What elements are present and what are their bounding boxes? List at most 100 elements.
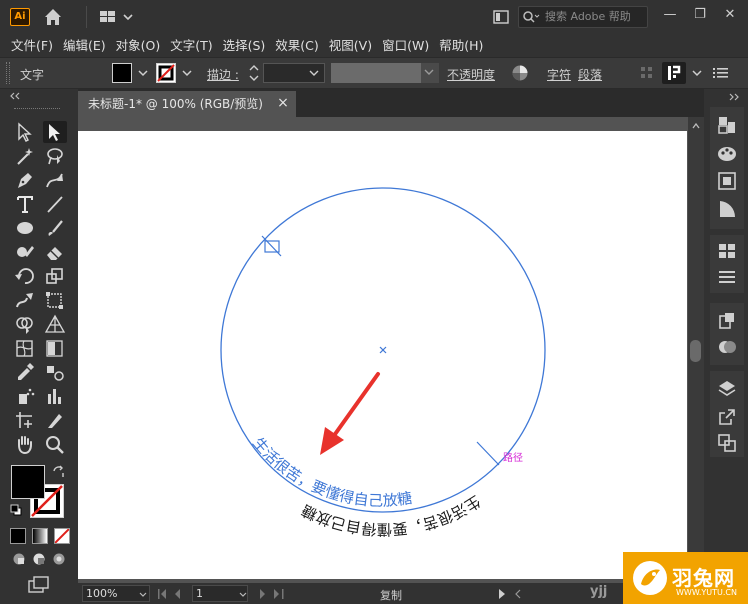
document-tab[interactable]: 未标题-1* @ 100% (RGB/预览)	[78, 91, 296, 117]
red-arrow	[320, 372, 380, 455]
search-icon	[522, 10, 540, 24]
zoom-chevron-icon[interactable]	[138, 589, 148, 599]
artboards-panel-icon[interactable]	[716, 432, 738, 454]
stroke-swatch[interactable]	[156, 63, 176, 83]
layers-panel-icon[interactable]	[716, 378, 738, 400]
shaper-tool-icon[interactable]	[13, 241, 37, 263]
fill-color-box-front[interactable]	[11, 465, 45, 499]
mesh-tool-icon[interactable]	[13, 337, 37, 359]
close-tab-icon[interactable]: ×	[276, 95, 290, 111]
slice-tool-icon[interactable]	[43, 409, 67, 431]
artboard-artwork: 生活很苦，要懂得自己放糖 生活很苦，要懂得自己放糖 路径	[220, 187, 546, 538]
ellipse-tool-icon[interactable]	[13, 217, 37, 239]
draw-behind-icon[interactable]	[32, 552, 46, 566]
first-prev-artboard-icons[interactable]	[156, 588, 186, 600]
gradient-tool-icon[interactable]	[43, 337, 67, 359]
path-end-marker	[476, 441, 500, 466]
center-point-marker	[379, 346, 387, 354]
gradient-mode-icon[interactable]	[32, 528, 48, 544]
minimize-button[interactable]: —	[656, 4, 684, 26]
free-transform-tool-icon[interactable]	[43, 289, 67, 311]
pen-tool-icon[interactable]	[13, 169, 37, 191]
color-panel-icon[interactable]	[716, 142, 738, 164]
panel-toggle-icon[interactable]	[492, 8, 510, 26]
eyedropper-tool-icon[interactable]	[13, 361, 37, 383]
menu-item[interactable]: 对象(O)	[111, 35, 166, 54]
stroke-label[interactable]: 描边 :	[207, 66, 239, 83]
none-mode-icon[interactable]	[54, 528, 70, 544]
maximize-button[interactable]: ❐	[686, 4, 714, 26]
close-window-button[interactable]: ✕	[716, 4, 744, 26]
control-bar-menu-icon[interactable]	[713, 66, 729, 80]
direct-selection-tool-icon[interactable]	[43, 121, 67, 143]
perspective-grid-tool-icon[interactable]	[43, 313, 67, 335]
paintbrush-tool-icon[interactable]	[43, 217, 67, 239]
align-to-icon[interactable]	[640, 66, 654, 80]
magic-wand-tool-icon[interactable]	[13, 145, 37, 167]
color-mode-icon[interactable]	[10, 528, 26, 544]
shape-builder-tool-icon[interactable]	[13, 313, 37, 335]
stroke-dropdown-chevron-icon[interactable]	[180, 64, 194, 82]
fill-dropdown-chevron-icon[interactable]	[136, 64, 150, 82]
lasso-tool-icon[interactable]	[43, 145, 67, 167]
hscroll-left-icon[interactable]	[513, 588, 523, 600]
swatches-panel-icon[interactable]	[716, 170, 738, 192]
status-text: 复制	[380, 589, 402, 602]
variable-width-profile-dropdown[interactable]	[331, 63, 439, 83]
menu-item[interactable]: 窗口(W)	[377, 35, 434, 54]
draw-inside-icon[interactable]	[52, 552, 66, 566]
type-tool-icon[interactable]	[13, 193, 37, 215]
watermark-partial-text: yjj	[590, 584, 608, 599]
curvature-tool-icon[interactable]	[43, 169, 67, 191]
path-start-marker	[261, 235, 282, 257]
pathfinder-panel-icon[interactable]	[716, 336, 738, 358]
collapse-panels-icon[interactable]	[727, 91, 741, 101]
transform-panel-icon[interactable]	[716, 310, 738, 332]
watermark-logo	[632, 560, 668, 596]
gradient-panel-icon[interactable]	[716, 198, 738, 220]
screen-mode-icon[interactable]	[28, 576, 50, 594]
menu-bar: 文件(F) 编辑(E) 对象(O) 文字(T) 选择(S) 效果(C) 视图(V) 窗口(W)…	[0, 33, 748, 55]
menu-item[interactable]: 选择(S)	[218, 35, 271, 54]
paragraph-panel-link[interactable]: 段落	[578, 66, 602, 83]
stroke-panel-icon[interactable]	[716, 266, 738, 288]
next-last-artboard-icons[interactable]	[256, 588, 288, 600]
menu-item[interactable]: 帮助(H)	[434, 35, 488, 54]
menu-item[interactable]: 文字(T)	[165, 35, 217, 54]
warp-tool-icon[interactable]	[13, 289, 37, 311]
text-transform-icon[interactable]	[662, 62, 686, 84]
stroke-weight-stepper[interactable]	[246, 62, 262, 84]
status-menu-icon[interactable]	[497, 588, 507, 600]
stroke-weight-input[interactable]	[263, 63, 325, 83]
swap-fill-stroke-icon[interactable]	[52, 465, 66, 479]
menu-item[interactable]: 视图(V)	[324, 35, 377, 54]
artboard-tool-icon[interactable]	[13, 409, 37, 431]
align-panel-icon[interactable]	[716, 240, 738, 262]
artboard-chevron-icon[interactable]	[238, 589, 248, 599]
divider	[86, 6, 87, 28]
symbol-sprayer-tool-icon[interactable]	[13, 385, 37, 407]
recolor-artwork-icon[interactable]	[511, 64, 529, 82]
fill-swatch[interactable]	[112, 63, 132, 83]
character-panel-link[interactable]: 字符	[547, 66, 571, 83]
workspace-switcher-button[interactable]	[98, 6, 138, 28]
selection-tool-icon[interactable]	[13, 121, 37, 143]
column-graph-tool-icon[interactable]	[43, 385, 67, 407]
default-fill-stroke-icon[interactable]	[10, 504, 22, 516]
artboard[interactable]: 生活很苦，要懂得自己放糖 生活很苦，要懂得自己放糖 路径	[78, 131, 687, 579]
export-panel-icon[interactable]	[716, 406, 738, 428]
draw-normal-icon[interactable]	[12, 552, 26, 566]
scrollbar-thumb[interactable]	[690, 340, 701, 362]
zoom-tool-icon[interactable]	[43, 433, 67, 455]
opacity-label[interactable]: 不透明度	[447, 66, 495, 83]
line-segment-tool-icon[interactable]	[43, 193, 67, 215]
scale-tool-icon[interactable]	[43, 265, 67, 287]
menu-item[interactable]: 效果(C)	[270, 35, 323, 54]
blend-tool-icon[interactable]	[43, 361, 67, 383]
transform-dropdown-chevron-icon[interactable]	[690, 64, 704, 82]
scroll-up-icon[interactable]	[691, 120, 701, 130]
properties-panel-icon[interactable]	[716, 114, 738, 136]
eraser-tool-icon[interactable]	[43, 241, 67, 263]
hand-tool-icon[interactable]	[13, 433, 37, 455]
rotate-tool-icon[interactable]	[13, 265, 37, 287]
